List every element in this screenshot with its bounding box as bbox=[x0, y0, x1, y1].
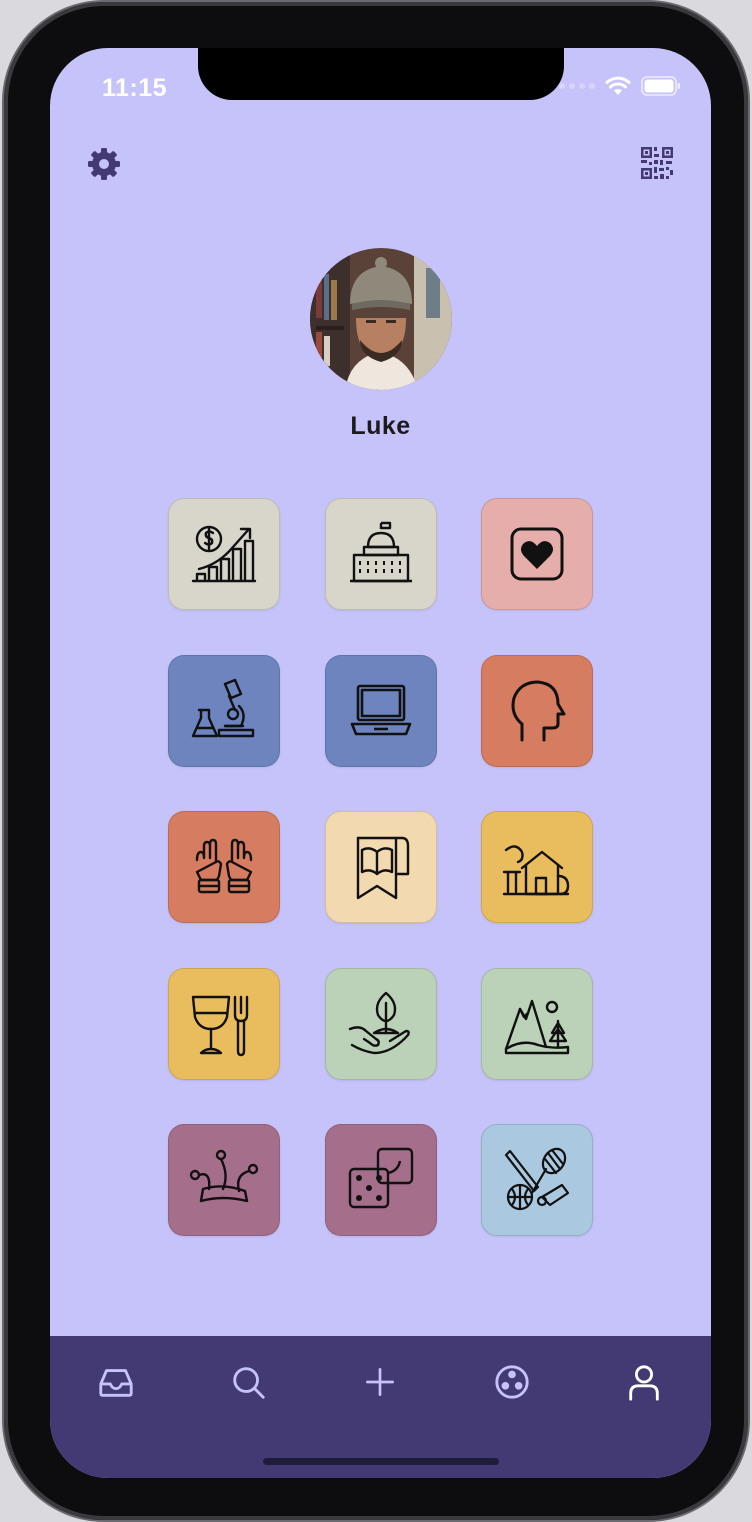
category-tile[interactable] bbox=[325, 655, 437, 767]
cellular-signal-icon bbox=[559, 83, 595, 89]
wifi-icon bbox=[605, 76, 631, 95]
tab-profile[interactable] bbox=[622, 1360, 666, 1404]
profile-name: Luke bbox=[350, 412, 411, 440]
qr-code-button[interactable] bbox=[640, 146, 674, 180]
category-tile[interactable] bbox=[325, 498, 437, 610]
heart-square-icon bbox=[510, 527, 564, 581]
tab-community[interactable] bbox=[490, 1360, 534, 1404]
wine-fork-icon bbox=[191, 995, 249, 1057]
government-building-icon bbox=[350, 521, 412, 583]
avatar-photo bbox=[310, 248, 452, 390]
search-icon bbox=[233, 1367, 265, 1399]
plus-icon bbox=[366, 1368, 394, 1396]
tab-inbox[interactable] bbox=[94, 1360, 138, 1404]
mountain-landscape-icon bbox=[504, 999, 570, 1055]
head-profile-icon bbox=[511, 680, 566, 742]
category-tile[interactable] bbox=[481, 498, 593, 610]
settings-button[interactable] bbox=[86, 146, 122, 182]
category-tile[interactable] bbox=[325, 968, 437, 1080]
jester-hat-icon bbox=[189, 1149, 259, 1203]
tab-create[interactable] bbox=[358, 1360, 402, 1404]
bottom-tab-bar bbox=[50, 1336, 711, 1478]
inbox-icon bbox=[99, 1369, 133, 1397]
laptop-icon bbox=[350, 684, 412, 736]
category-tile[interactable] bbox=[481, 1124, 593, 1236]
profile-icon bbox=[629, 1365, 659, 1401]
dice-icon bbox=[348, 1147, 414, 1209]
category-tile[interactable] bbox=[481, 811, 593, 923]
sports-equipment-icon bbox=[504, 1147, 570, 1211]
battery-icon bbox=[641, 76, 680, 96]
finance-growth-icon bbox=[191, 525, 257, 583]
praying-hands-icon bbox=[195, 838, 253, 894]
category-tile[interactable] bbox=[325, 811, 437, 923]
phone-frame: 11:15 Luke bbox=[4, 2, 748, 1520]
profile-avatar[interactable] bbox=[310, 248, 452, 390]
home-indicator bbox=[263, 1458, 499, 1465]
gear-icon bbox=[88, 148, 120, 180]
category-tile[interactable] bbox=[168, 968, 280, 1080]
book-bookmark-icon bbox=[356, 836, 410, 900]
qr-code-icon bbox=[641, 147, 673, 179]
category-tile[interactable] bbox=[168, 1124, 280, 1236]
status-time: 11:15 bbox=[102, 74, 168, 102]
community-icon bbox=[495, 1365, 529, 1399]
status-icons bbox=[559, 76, 681, 96]
plant-hand-icon bbox=[348, 991, 410, 1055]
tab-search[interactable] bbox=[226, 1360, 270, 1404]
category-tile[interactable] bbox=[481, 968, 593, 1080]
category-tile[interactable] bbox=[168, 498, 280, 610]
category-tile[interactable] bbox=[168, 811, 280, 923]
app-screen: 11:15 Luke bbox=[50, 48, 711, 1478]
home-tree-icon bbox=[502, 845, 570, 896]
category-tile[interactable] bbox=[325, 1124, 437, 1236]
category-tile[interactable] bbox=[481, 655, 593, 767]
science-microscope-icon bbox=[191, 678, 255, 738]
device-notch bbox=[198, 48, 564, 100]
category-tile[interactable] bbox=[168, 655, 280, 767]
